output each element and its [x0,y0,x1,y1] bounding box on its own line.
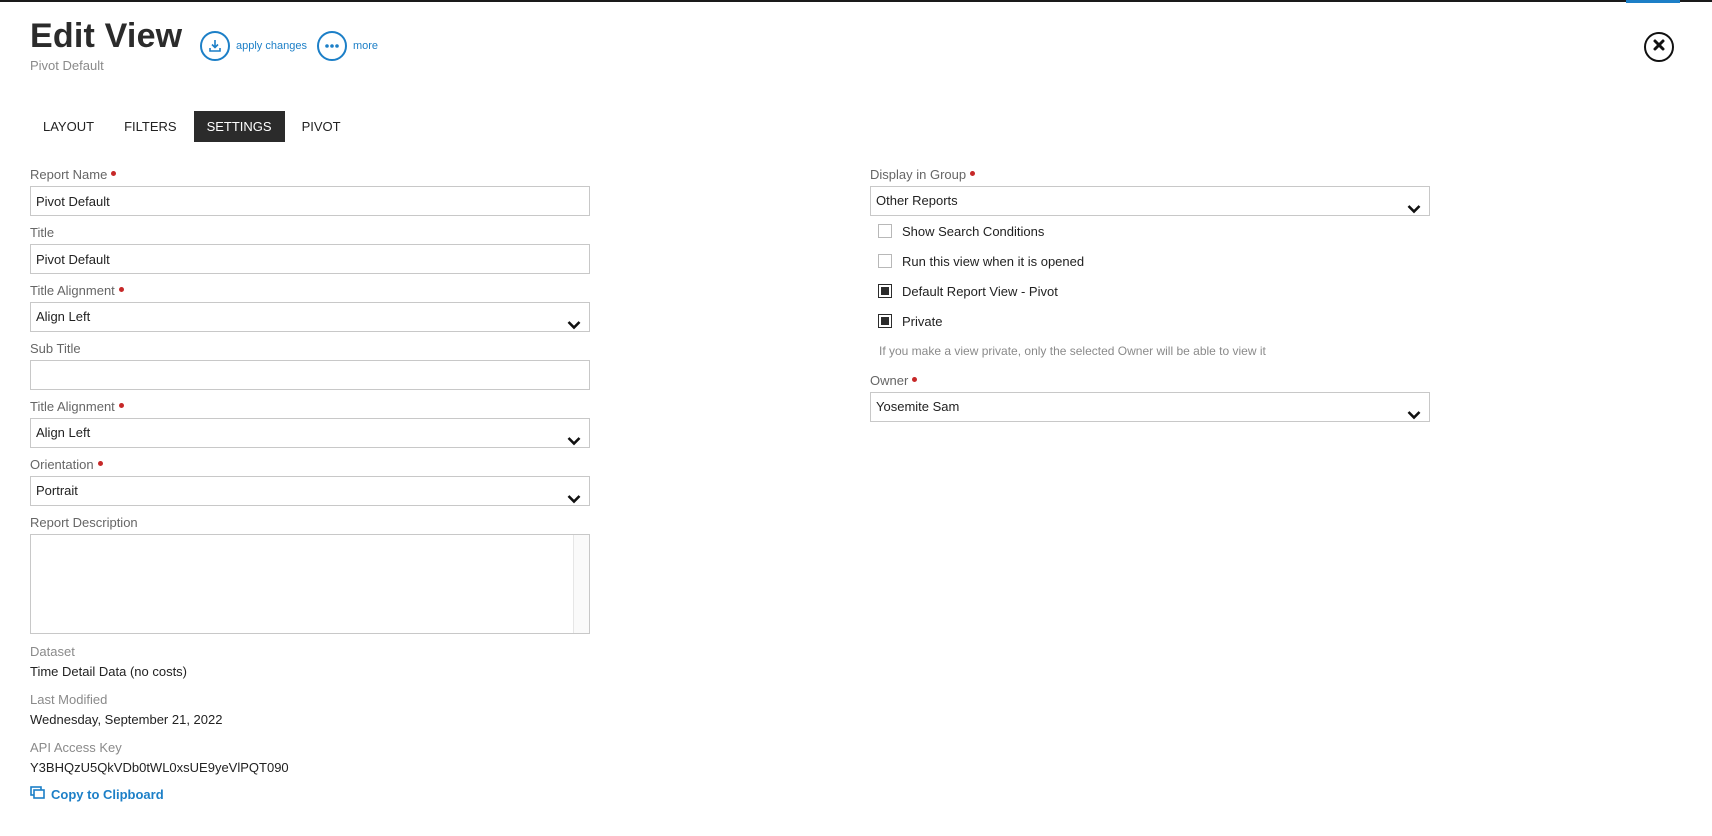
settings-left-column: Report Name Title Title Alignment Align … [30,166,590,802]
page-subtitle: Pivot Default [30,58,104,73]
required-indicator [912,377,918,383]
default-report-view-label: Default Report View - Pivot [902,283,1058,299]
run-on-open-checkbox[interactable] [878,254,892,268]
tab-layout[interactable]: LAYOUT [30,111,107,142]
textarea-scrollbar[interactable] [573,535,589,633]
display-in-group-select[interactable]: Other Reports [870,186,1430,216]
show-search-conditions-checkbox[interactable] [878,224,892,238]
chevron-down-icon [567,486,581,514]
display-in-group-label-text: Display in Group [870,167,967,182]
tab-settings[interactable]: SETTINGS [193,111,285,142]
apply-changes-label: apply changes [236,40,307,52]
close-button[interactable] [1644,32,1674,62]
report-name-label: Report Name [30,166,590,186]
private-help-text: If you make a view private, only the sel… [879,344,1266,358]
owner-value: Yosemite Sam [876,399,960,414]
title-input[interactable] [30,244,590,274]
sub-title-alignment-label-text: Title Alignment [30,399,115,414]
display-in-group-value: Other Reports [876,193,958,208]
last-modified-value: Wednesday, September 21, 2022 [30,712,223,727]
apply-changes-button[interactable]: apply changes [200,31,307,61]
tab-bar: LAYOUT FILTERS SETTINGS PIVOT [30,111,358,142]
report-name-input[interactable] [30,186,590,216]
more-label: more [352,40,379,52]
chevron-down-icon [1407,196,1421,224]
report-name-label-text: Report Name [30,167,108,182]
dataset-label: Dataset [30,644,75,659]
tab-filters[interactable]: FILTERS [111,111,190,142]
owner-select[interactable]: Yosemite Sam [870,392,1430,422]
chevron-down-icon [1407,402,1421,430]
default-report-view-checkbox[interactable] [878,284,892,298]
report-description-label: Report Description [30,515,138,530]
report-description-textarea[interactable] [30,534,590,634]
show-search-conditions-option[interactable]: Show Search Conditions [870,216,1430,246]
display-in-group-label: Display in Group [870,166,1430,186]
owner-label-text: Owner [870,373,909,388]
private-checkbox[interactable] [878,314,892,328]
title-alignment-value: Align Left [36,309,91,324]
download-icon [200,31,230,61]
title-alignment-label-text: Title Alignment [30,283,115,298]
orientation-select[interactable]: Portrait [30,476,590,506]
chevron-down-icon [567,428,581,456]
more-button[interactable]: more [316,31,379,61]
close-icon [1652,38,1666,57]
copy-to-clipboard-link[interactable]: Copy to Clipboard [30,786,590,802]
copy-icon [30,786,45,802]
orientation-label-text: Orientation [30,457,94,472]
default-report-view-option[interactable]: Default Report View - Pivot [870,276,1430,306]
sub-title-input[interactable] [30,360,590,390]
required-indicator [97,461,103,467]
title-alignment-label: Title Alignment [30,282,590,302]
owner-label: Owner [870,372,1430,392]
page-header: Edit View Pivot Default [30,16,182,76]
private-label: Private [902,313,943,329]
run-on-open-label: Run this view when it is opened [902,253,1085,269]
orientation-label: Orientation [30,456,590,476]
settings-right-column: Display in Group Other Reports Show Sear… [870,166,1430,422]
required-indicator [118,287,124,293]
sub-title-alignment-select[interactable]: Align Left [30,418,590,448]
api-access-key-label: API Access Key [30,740,122,755]
title-alignment-select[interactable]: Align Left [30,302,590,332]
last-modified-label: Last Modified [30,692,108,707]
dataset-value: Time Detail Data (no costs) [30,664,188,679]
top-border [0,0,1712,2]
required-indicator [111,171,117,177]
tab-pivot[interactable]: PIVOT [289,111,354,142]
sub-title-alignment-value: Align Left [36,425,91,440]
chevron-down-icon [567,312,581,340]
header-actions: apply changes more [200,31,388,61]
show-search-conditions-label: Show Search Conditions [902,223,1045,239]
page-title: Edit View [30,17,183,55]
title-label: Title [30,225,55,240]
api-access-key-value: Y3BHQzU5QkVDb0tWL0xsUE9yeVlPQT090 [30,760,289,775]
sub-title-alignment-label: Title Alignment [30,398,590,418]
orientation-value: Portrait [36,483,78,498]
private-option[interactable]: Private [870,306,1430,336]
top-accent-bar [1626,0,1680,3]
required-indicator [970,171,976,177]
ellipsis-icon [316,31,347,61]
copy-to-clipboard-label: Copy to Clipboard [51,786,164,802]
run-on-open-option[interactable]: Run this view when it is opened [870,246,1430,276]
required-indicator [118,403,124,409]
sub-title-label: Sub Title [30,341,81,356]
